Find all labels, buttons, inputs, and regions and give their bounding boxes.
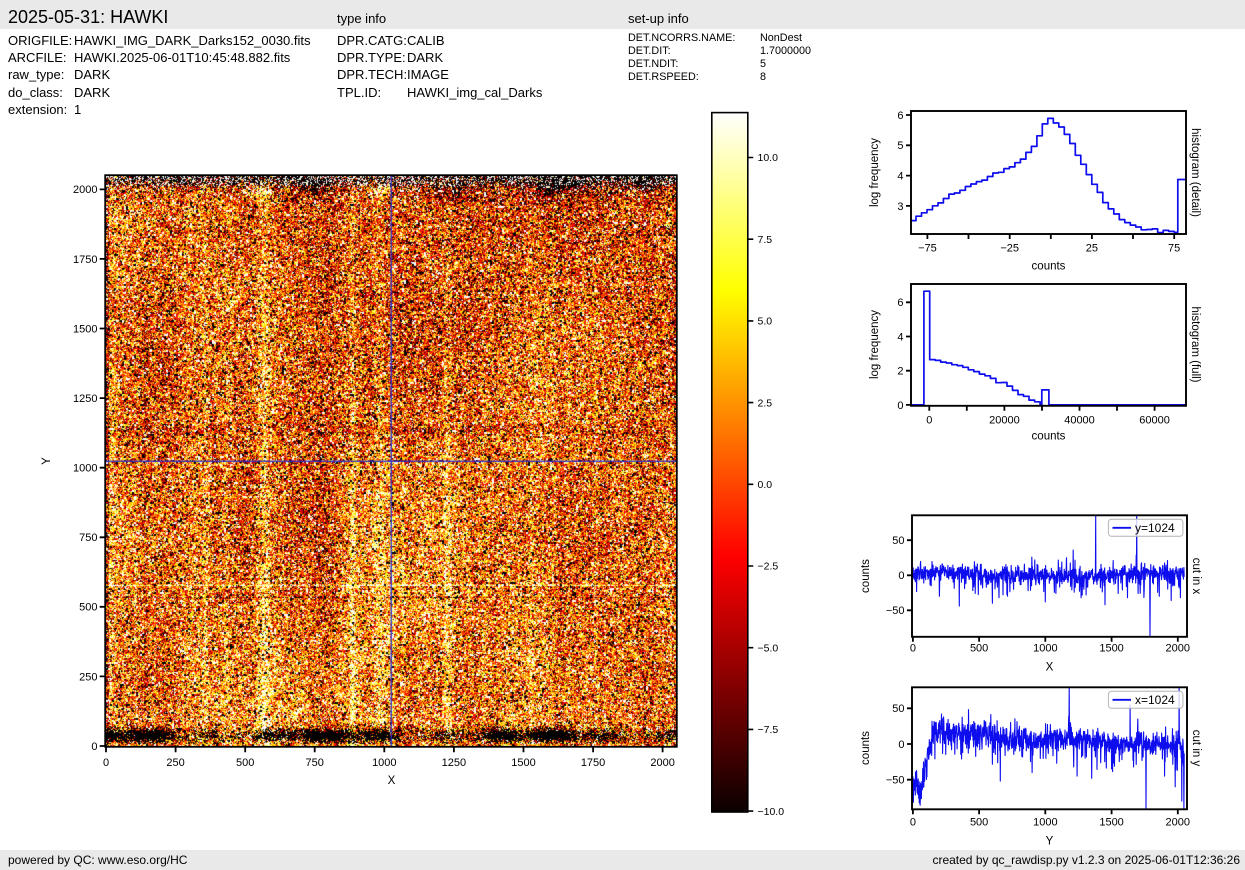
svg-text:6: 6: [897, 110, 903, 122]
svg-text:−5.0: −5.0: [758, 642, 779, 654]
svg-text:1750: 1750: [581, 757, 605, 769]
svg-text:x=1024: x=1024: [1135, 693, 1175, 707]
svg-text:2000: 2000: [650, 757, 674, 769]
svg-text:0: 0: [897, 400, 903, 412]
svg-text:Y: Y: [1046, 836, 1054, 848]
svg-text:−75: −75: [918, 243, 937, 255]
svg-text:log frequency: log frequency: [869, 138, 881, 207]
svg-text:500: 500: [236, 757, 254, 769]
svg-text:counts: counts: [860, 559, 872, 593]
svg-text:X: X: [388, 775, 396, 787]
svg-text:4: 4: [897, 170, 903, 182]
svg-text:y=1024: y=1024: [1135, 521, 1175, 535]
svg-text:250: 250: [166, 757, 184, 769]
svg-text:0: 0: [91, 741, 97, 753]
svg-text:2000: 2000: [1166, 817, 1190, 829]
svg-text:1000: 1000: [1033, 817, 1057, 829]
svg-text:counts: counts: [860, 731, 872, 765]
svg-text:0: 0: [898, 570, 904, 582]
svg-text:500: 500: [79, 602, 97, 614]
svg-text:1500: 1500: [511, 757, 535, 769]
svg-text:25: 25: [1086, 243, 1098, 255]
svg-text:counts: counts: [1032, 431, 1066, 443]
svg-text:20000: 20000: [989, 415, 1020, 427]
svg-text:−2.5: −2.5: [758, 561, 779, 573]
svg-text:2000: 2000: [73, 184, 97, 196]
svg-text:cut in y: cut in y: [1190, 730, 1202, 767]
svg-text:1750: 1750: [73, 254, 97, 266]
svg-text:60000: 60000: [1139, 415, 1170, 427]
svg-text:0: 0: [910, 643, 916, 655]
svg-text:40000: 40000: [1064, 415, 1095, 427]
svg-text:2000: 2000: [1166, 643, 1190, 655]
svg-text:histogram (detail): histogram (detail): [1189, 128, 1201, 217]
svg-text:50: 50: [892, 703, 904, 715]
svg-text:5.0: 5.0: [758, 316, 773, 328]
svg-text:6: 6: [897, 297, 903, 309]
svg-text:750: 750: [79, 532, 97, 544]
svg-text:0.0: 0.0: [758, 479, 773, 491]
svg-text:−7.5: −7.5: [758, 724, 779, 736]
svg-text:5: 5: [897, 140, 903, 152]
svg-text:0: 0: [910, 817, 916, 829]
svg-text:3: 3: [897, 201, 903, 213]
svg-text:1000: 1000: [1033, 643, 1057, 655]
svg-text:50: 50: [892, 535, 904, 547]
svg-text:2.5: 2.5: [758, 397, 773, 409]
svg-text:4: 4: [897, 331, 903, 343]
svg-text:75: 75: [1168, 243, 1180, 255]
svg-text:X: X: [1046, 662, 1054, 674]
svg-text:0: 0: [103, 757, 109, 769]
svg-text:0: 0: [926, 415, 932, 427]
svg-text:−50: −50: [886, 605, 905, 617]
svg-text:histogram (full): histogram (full): [1189, 306, 1201, 382]
svg-text:counts: counts: [1032, 261, 1066, 273]
svg-text:1000: 1000: [73, 463, 97, 475]
svg-text:0: 0: [898, 739, 904, 751]
svg-text:1250: 1250: [73, 393, 97, 405]
svg-text:2: 2: [897, 366, 903, 378]
svg-text:1000: 1000: [372, 757, 396, 769]
svg-text:750: 750: [306, 757, 324, 769]
svg-text:−50: −50: [886, 775, 905, 787]
svg-text:10.0: 10.0: [758, 152, 779, 164]
svg-text:−25: −25: [1000, 243, 1019, 255]
svg-text:1500: 1500: [73, 323, 97, 335]
svg-text:1500: 1500: [1099, 817, 1123, 829]
svg-text:Y: Y: [41, 457, 53, 465]
svg-text:−10.0: −10.0: [758, 806, 785, 818]
svg-text:log frequency: log frequency: [869, 310, 881, 379]
svg-text:1500: 1500: [1099, 643, 1123, 655]
svg-text:250: 250: [79, 671, 97, 683]
svg-text:1250: 1250: [442, 757, 466, 769]
svg-text:500: 500: [970, 643, 988, 655]
svg-text:500: 500: [970, 817, 988, 829]
svg-text:cut in x: cut in x: [1190, 558, 1202, 595]
svg-text:7.5: 7.5: [758, 234, 773, 246]
